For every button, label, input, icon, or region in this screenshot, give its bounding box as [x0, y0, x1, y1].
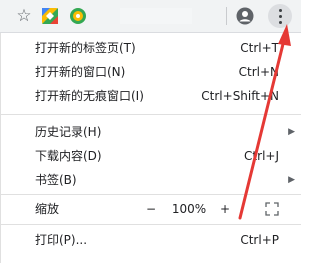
menu-item-shortcut: Ctrl+T — [240, 41, 279, 55]
menu-item-label: 打开新的无痕窗口(I) — [35, 89, 144, 103]
menu-item-bookmarks[interactable]: 书签(B) ▶ — [1, 169, 301, 191]
menu-item-history[interactable]: 历史记录(H) ▶ — [1, 121, 301, 143]
menu-item-shortcut: Ctrl+P — [240, 233, 279, 247]
zoom-label: 缩放 — [35, 202, 60, 216]
menu-item-downloads[interactable]: 下载内容(D) Ctrl+J — [1, 145, 301, 167]
vertical-dots-icon[interactable] — [268, 4, 292, 28]
menu-item-label: 历史记录(H) — [35, 125, 102, 139]
green-yellow-circle-extension-icon[interactable] — [68, 6, 88, 26]
menu-separator — [1, 194, 301, 195]
colorful-square-extension-icon[interactable] — [40, 6, 60, 26]
blurred-area — [120, 8, 192, 24]
chrome-main-menu: 打开新的标签页(T) Ctrl+T 打开新的窗口(N) Ctrl+N 打开新的无… — [0, 33, 301, 263]
menu-item-label: 打印(P)... — [35, 233, 88, 247]
zoom-in-button[interactable]: + — [219, 197, 231, 221]
submenu-arrow-icon: ▶ — [288, 175, 295, 185]
browser-toolbar: ☆ — [0, 0, 301, 33]
account-circle-icon[interactable] — [235, 6, 255, 26]
menu-item-new-tab[interactable]: 打开新的标签页(T) Ctrl+T — [1, 37, 301, 59]
menu-separator — [1, 224, 301, 225]
zoom-out-button[interactable]: − — [145, 197, 157, 221]
menu-item-shortcut: Ctrl+Shift+N — [201, 89, 279, 103]
menu-item-label: 书签(B) — [35, 173, 77, 187]
menu-item-label: 下载内容(D) — [35, 149, 102, 163]
menu-item-new-window[interactable]: 打开新的窗口(N) Ctrl+N — [1, 61, 301, 83]
menu-item-shortcut: Ctrl+N — [238, 65, 279, 79]
zoom-row: 缩放 − 100% + — [1, 197, 301, 221]
fullscreen-icon[interactable] — [265, 202, 279, 216]
menu-item-label: 打开新的标签页(T) — [35, 41, 136, 55]
menu-separator — [1, 114, 301, 115]
submenu-arrow-icon: ▶ — [288, 127, 295, 137]
menu-item-shortcut: Ctrl+J — [244, 149, 279, 163]
zoom-level: 100% — [171, 202, 207, 216]
menu-item-print[interactable]: 打印(P)... Ctrl+P — [1, 229, 301, 251]
toolbar-divider — [226, 7, 227, 25]
menu-item-label: 打开新的窗口(N) — [35, 65, 126, 79]
menu-item-new-incognito[interactable]: 打开新的无痕窗口(I) Ctrl+Shift+N — [1, 85, 301, 107]
star-icon[interactable]: ☆ — [14, 6, 34, 26]
